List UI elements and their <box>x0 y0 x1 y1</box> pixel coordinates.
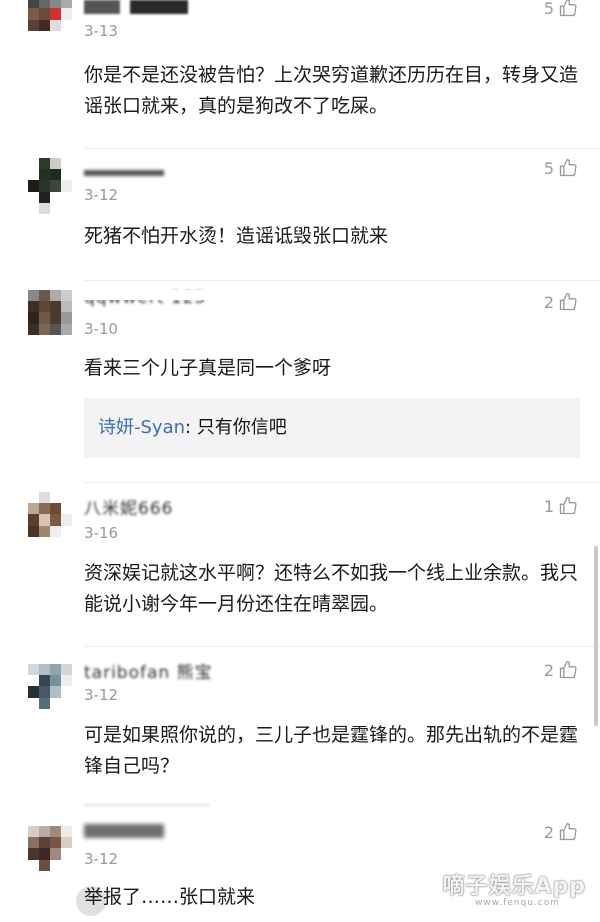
comment-date: 3-13 <box>84 22 119 40</box>
name-mask <box>84 492 214 498</box>
username-obscured <box>84 0 120 14</box>
reply-box[interactable]: 诗妍-Syan: 只有你信吧 <box>84 398 580 458</box>
avatar[interactable] <box>28 290 72 346</box>
username-obscured <box>84 170 164 176</box>
comment-date: 3-10 <box>84 320 119 338</box>
divider <box>84 148 600 149</box>
comment-date: 3-12 <box>84 850 119 868</box>
username-obscured <box>84 824 164 838</box>
avatar[interactable] <box>28 158 72 214</box>
thumbs-up-icon <box>559 292 577 311</box>
like-button[interactable]: 2 <box>544 292 578 312</box>
like-count: 2 <box>543 660 554 680</box>
thumbs-up-icon <box>559 496 577 515</box>
comment-date: 3-12 <box>84 686 119 704</box>
comment-text: 看来三个儿子真是同一个爹呀 <box>84 357 332 379</box>
thumbs-up-icon <box>559 158 577 177</box>
comment-text: 死猪不怕开水烫！造谣诋毁张口就来 <box>84 225 389 247</box>
comment-date: 3-16 <box>84 524 119 542</box>
name-mask <box>84 656 214 662</box>
avatar[interactable] <box>28 664 72 720</box>
comment-text: 你是不是还没被告怕？上次哭穷道歉还历历在目，转身又造谣张口就来，真的是狗改不了吃… <box>84 64 579 117</box>
reply-text: 只有你信吧 <box>196 417 287 438</box>
comment-date: 3-12 <box>84 186 119 204</box>
divider <box>84 482 600 483</box>
name-mask <box>84 290 214 300</box>
comment-text: 可是如果照你说的，三儿子也是霆锋的。那先出轨的不是霆锋自己吗？ <box>84 724 579 777</box>
like-count: 2 <box>543 292 554 312</box>
like-button[interactable]: 2 <box>544 822 578 842</box>
thumbs-up-icon <box>559 0 577 17</box>
scrollbar[interactable] <box>594 546 598 726</box>
comment-text: 资深娱记就这水平啊？还特么不如我一个线上业余款。我只能说小谢今年一月份还住在晴翠… <box>84 562 579 615</box>
watermark-url: www.fenqu.com <box>474 898 560 908</box>
divider <box>84 804 210 806</box>
divider <box>84 280 600 281</box>
reply-colon: : <box>185 417 197 438</box>
like-button[interactable]: 1 <box>544 496 578 516</box>
like-button[interactable]: 5 <box>544 0 578 18</box>
thumbs-up-icon <box>559 660 577 679</box>
divider <box>84 646 600 647</box>
watermark-text: 嘀子娱乐App <box>442 874 586 899</box>
like-button[interactable]: 5 <box>544 158 578 178</box>
like-count: 5 <box>543 0 554 18</box>
avatar[interactable] <box>28 826 72 882</box>
username-obscured <box>130 0 188 14</box>
like-button[interactable]: 2 <box>544 660 578 680</box>
like-count: 5 <box>543 158 554 178</box>
like-count: 2 <box>543 822 554 842</box>
thumbs-up-icon <box>559 822 577 841</box>
avatar[interactable] <box>28 492 72 548</box>
reply-author[interactable]: 诗妍-Syan <box>98 417 185 438</box>
avatar[interactable] <box>28 0 72 42</box>
like-count: 1 <box>543 496 554 516</box>
watermark-logo <box>76 886 106 916</box>
